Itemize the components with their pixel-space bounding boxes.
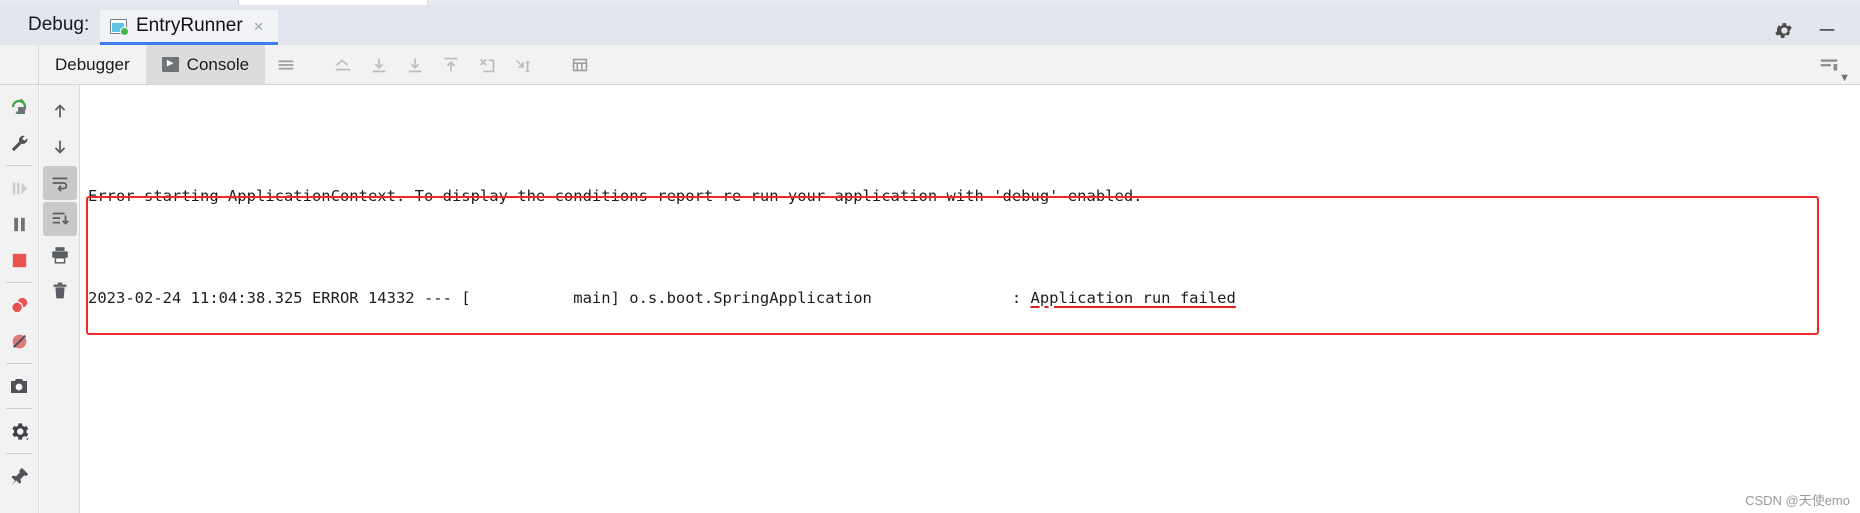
log-line-header-2: 2023-02-24 11:04:38.325 ERROR 14332 --- …: [88, 286, 1860, 312]
gutter-divider-2: [6, 282, 32, 283]
gutter-divider-5: [6, 453, 32, 454]
view-breakpoints-icon[interactable]: [2, 288, 36, 322]
gutter-divider: [6, 165, 32, 166]
debug-tool-window: Debug: EntryRunner × Debugger ▶ Console: [0, 0, 1860, 513]
rerun-icon[interactable]: [2, 90, 36, 124]
screenshot-camera-icon[interactable]: [2, 369, 36, 403]
console-toolbar: Debugger ▶ Console: [0, 45, 1860, 85]
debug-titlebar: Debug: EntryRunner ×: [0, 5, 1860, 45]
log-line-header-1: Error starting ApplicationContext. To di…: [88, 186, 1143, 205]
table-view-icon[interactable]: [565, 50, 595, 80]
up-arrow-icon[interactable]: [43, 94, 77, 128]
console-actions-gutter: [40, 85, 80, 513]
tab-debugger[interactable]: Debugger: [39, 45, 146, 84]
toolbar-right-actions: [1814, 45, 1860, 84]
tab-console[interactable]: ▶ Console: [145, 45, 266, 84]
console-icon: ▶: [161, 57, 179, 72]
tab-console-label: Console: [186, 54, 250, 74]
soft-wrap-icon[interactable]: [328, 50, 358, 80]
debug-label: Debug:: [28, 14, 90, 35]
settings-wrench-icon[interactable]: [2, 126, 36, 160]
soft-wrap-toggle-icon[interactable]: [42, 166, 77, 200]
toolbar-left-pad: [0, 45, 39, 84]
tab-debugger-label: Debugger: [55, 54, 130, 74]
scroll-to-end-toggle-icon[interactable]: [42, 202, 77, 236]
titlebar-actions: [1773, 10, 1860, 50]
runner-tab-label: EntryRunner: [136, 15, 243, 36]
stop-program-icon[interactable]: [2, 243, 36, 277]
pin-tab-icon[interactable]: [2, 459, 36, 493]
resume-program-icon[interactable]: [2, 171, 36, 205]
toolbar-overflow-chevron[interactable]: ▼: [1839, 72, 1850, 84]
clear-all-icon[interactable]: [43, 274, 77, 308]
close-icon[interactable]: ×: [254, 18, 264, 35]
log-line-prefix: 2023-02-24 11:04:38.325 ERROR 14332 --- …: [88, 288, 1031, 307]
gear-icon[interactable]: [1773, 20, 1794, 41]
scroll-up-icon[interactable]: [436, 50, 466, 80]
gutter-divider-3: [6, 363, 32, 364]
debug-actions-gutter: [0, 85, 39, 513]
minimize-icon[interactable]: [1816, 19, 1838, 41]
watermark: CSDN @天使emo: [1745, 493, 1850, 508]
scroll-down-icon[interactable]: [400, 50, 430, 80]
console-output[interactable]: Error starting ApplicationContext. To di…: [81, 85, 1860, 513]
print-icon[interactable]: [43, 238, 77, 272]
gutter-divider-4: [6, 408, 32, 409]
application-run-failed-text: Application run failed: [1030, 288, 1236, 307]
down-arrow-icon[interactable]: [43, 130, 77, 164]
toolbar-icon-group: [265, 45, 595, 84]
scroll-to-end-icon[interactable]: [364, 50, 394, 80]
runner-tab-entryrunner[interactable]: EntryRunner ×: [100, 10, 278, 45]
select-in-icon[interactable]: [508, 50, 538, 80]
pause-program-icon[interactable]: [2, 207, 36, 241]
close-tab-icon[interactable]: [472, 50, 502, 80]
menu-lines-icon[interactable]: [271, 50, 301, 80]
mute-breakpoints-icon[interactable]: [2, 324, 36, 358]
run-configuration-icon: [110, 18, 129, 36]
settings-gear-icon[interactable]: [2, 414, 36, 448]
console-text: Error starting ApplicationContext. To di…: [81, 107, 1860, 513]
